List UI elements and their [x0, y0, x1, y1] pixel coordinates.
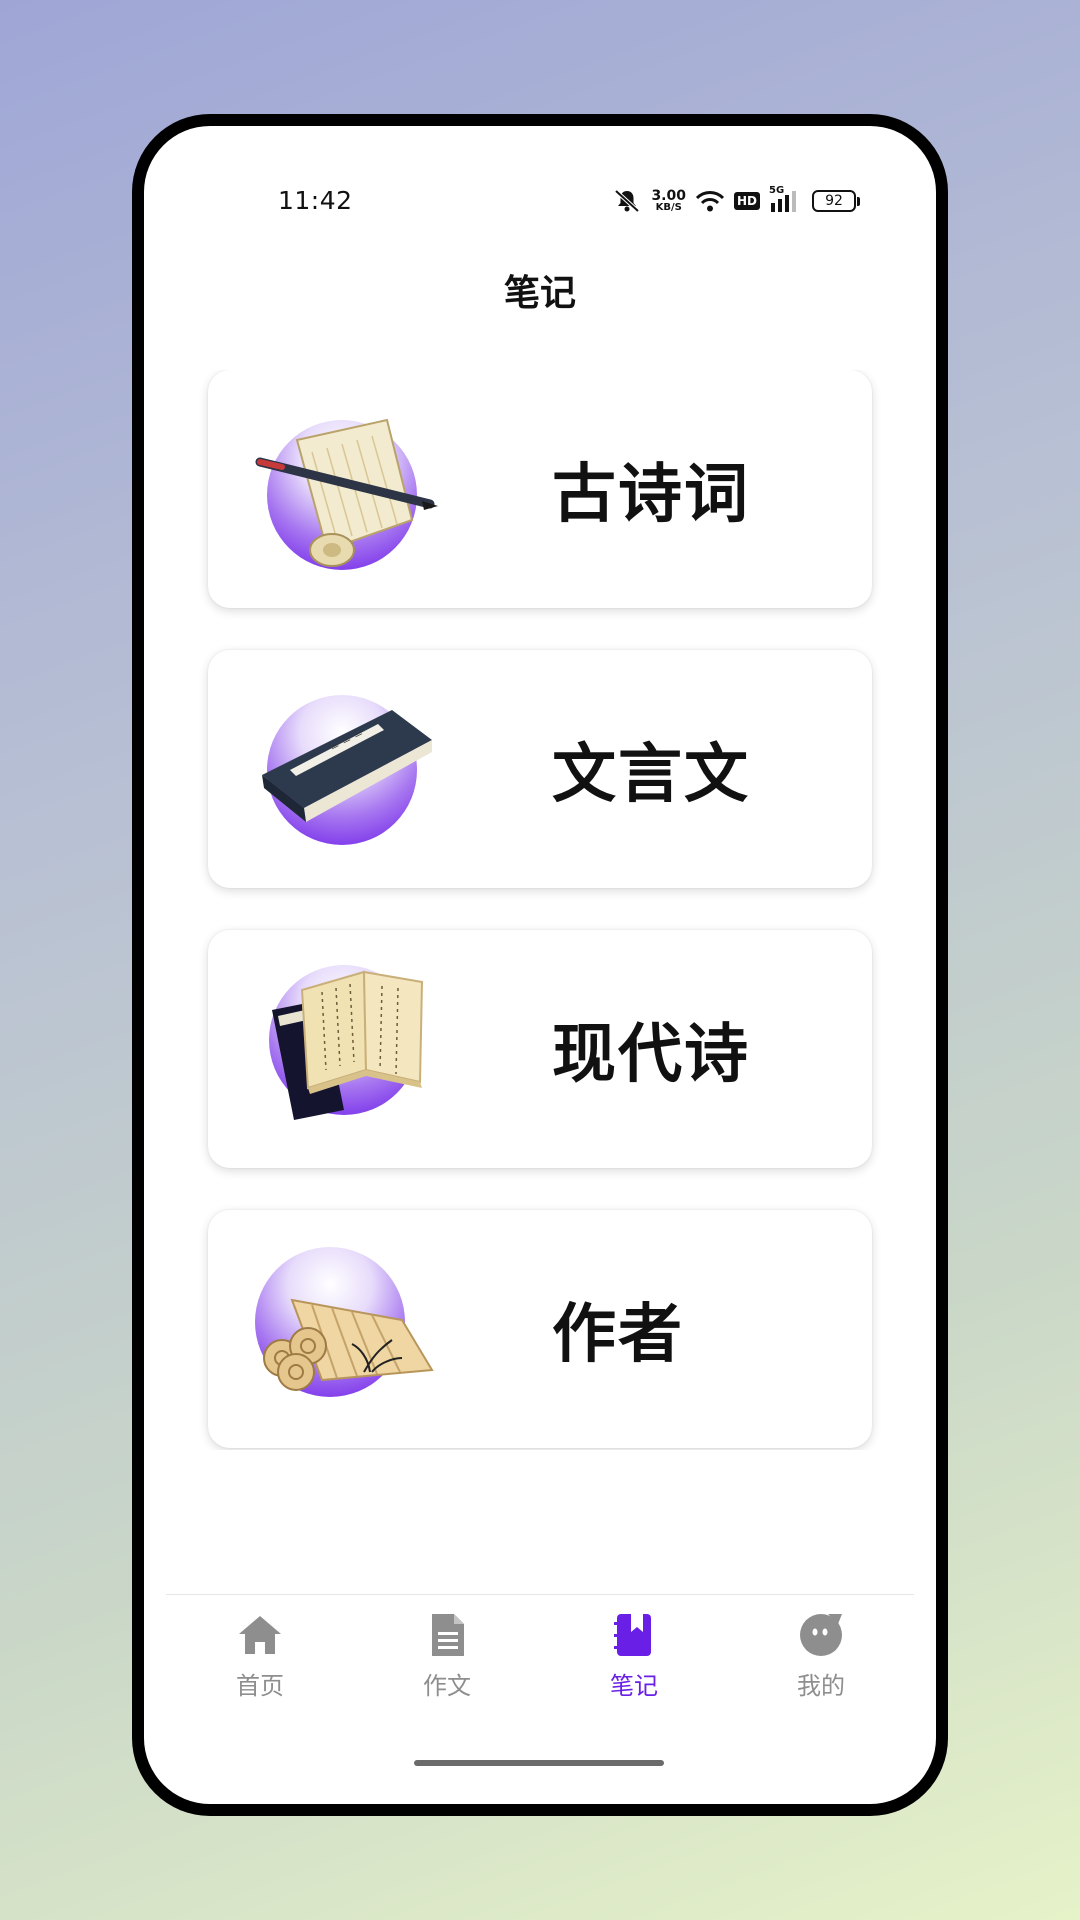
net-speed-unit: KB/S: [655, 202, 682, 213]
mute-bell-icon: [615, 189, 640, 213]
page-title: 笔记: [503, 273, 576, 314]
note-card-label: 作者: [552, 1298, 684, 1372]
note-card-authors[interactable]: 作者: [208, 1210, 872, 1448]
tab-label: 我的: [797, 1672, 845, 1700]
home-icon: [239, 1616, 281, 1654]
net-speed: 3.00 KB/S: [651, 189, 686, 213]
note-card-label: 现代诗: [552, 1018, 750, 1092]
status-time: 11:42: [278, 186, 353, 215]
battery-level: 92: [825, 193, 843, 209]
open-books-icon: [269, 965, 424, 1120]
notebook-icon: [614, 1614, 651, 1656]
bamboo-slips-icon: [255, 1247, 434, 1397]
note-card-classical-poetry[interactable]: 古诗词: [208, 370, 872, 608]
note-card-label: 文言文: [552, 738, 750, 812]
document-icon: [432, 1614, 464, 1656]
phone-frame: 11:42 3.00 KB/S HD 5G 92 笔记 古诗词 ＝ ＝ ＝ 文言…: [132, 114, 948, 1816]
tab-notes[interactable]: 笔记: [574, 1612, 694, 1701]
net-speed-value: 3.00: [651, 188, 686, 204]
notes-list[interactable]: 古诗词 ＝ ＝ ＝ 文言文 现代诗 作者: [144, 370, 936, 1450]
tab-label: 作文: [423, 1672, 471, 1700]
home-indicator[interactable]: [414, 1760, 664, 1766]
thread-bound-book-icon: ＝ ＝ ＝: [262, 695, 432, 845]
tab-label: 笔记: [610, 1672, 658, 1700]
note-card-label: 古诗词: [552, 458, 750, 532]
bottom-tab-bar: 首页 作文 笔记 我的: [144, 1612, 936, 1712]
tabbar-divider: [166, 1594, 914, 1595]
profile-icon: [800, 1614, 842, 1656]
scroll-brush-icon: [255, 418, 438, 570]
note-card-classical-chinese[interactable]: ＝ ＝ ＝ 文言文: [208, 650, 872, 888]
app-screen: 11:42 3.00 KB/S HD 5G 92 笔记 古诗词 ＝ ＝ ＝ 文言…: [144, 126, 936, 1804]
tab-label: 首页: [236, 1672, 284, 1700]
tab-home[interactable]: 首页: [200, 1612, 320, 1701]
note-card-modern-poetry[interactable]: 现代诗: [208, 930, 872, 1168]
tab-profile[interactable]: 我的: [761, 1612, 881, 1701]
status-icons: 3.00 KB/S HD 5G 92: [612, 185, 860, 214]
wifi-icon: [695, 191, 725, 212]
tab-composition[interactable]: 作文: [387, 1612, 507, 1701]
status-bar: 11:42 3.00 KB/S HD 5G 92: [144, 185, 936, 222]
battery-icon: 92: [812, 190, 860, 212]
hd-badge: HD: [733, 192, 760, 210]
signal-icon: 5G: [769, 185, 803, 213]
